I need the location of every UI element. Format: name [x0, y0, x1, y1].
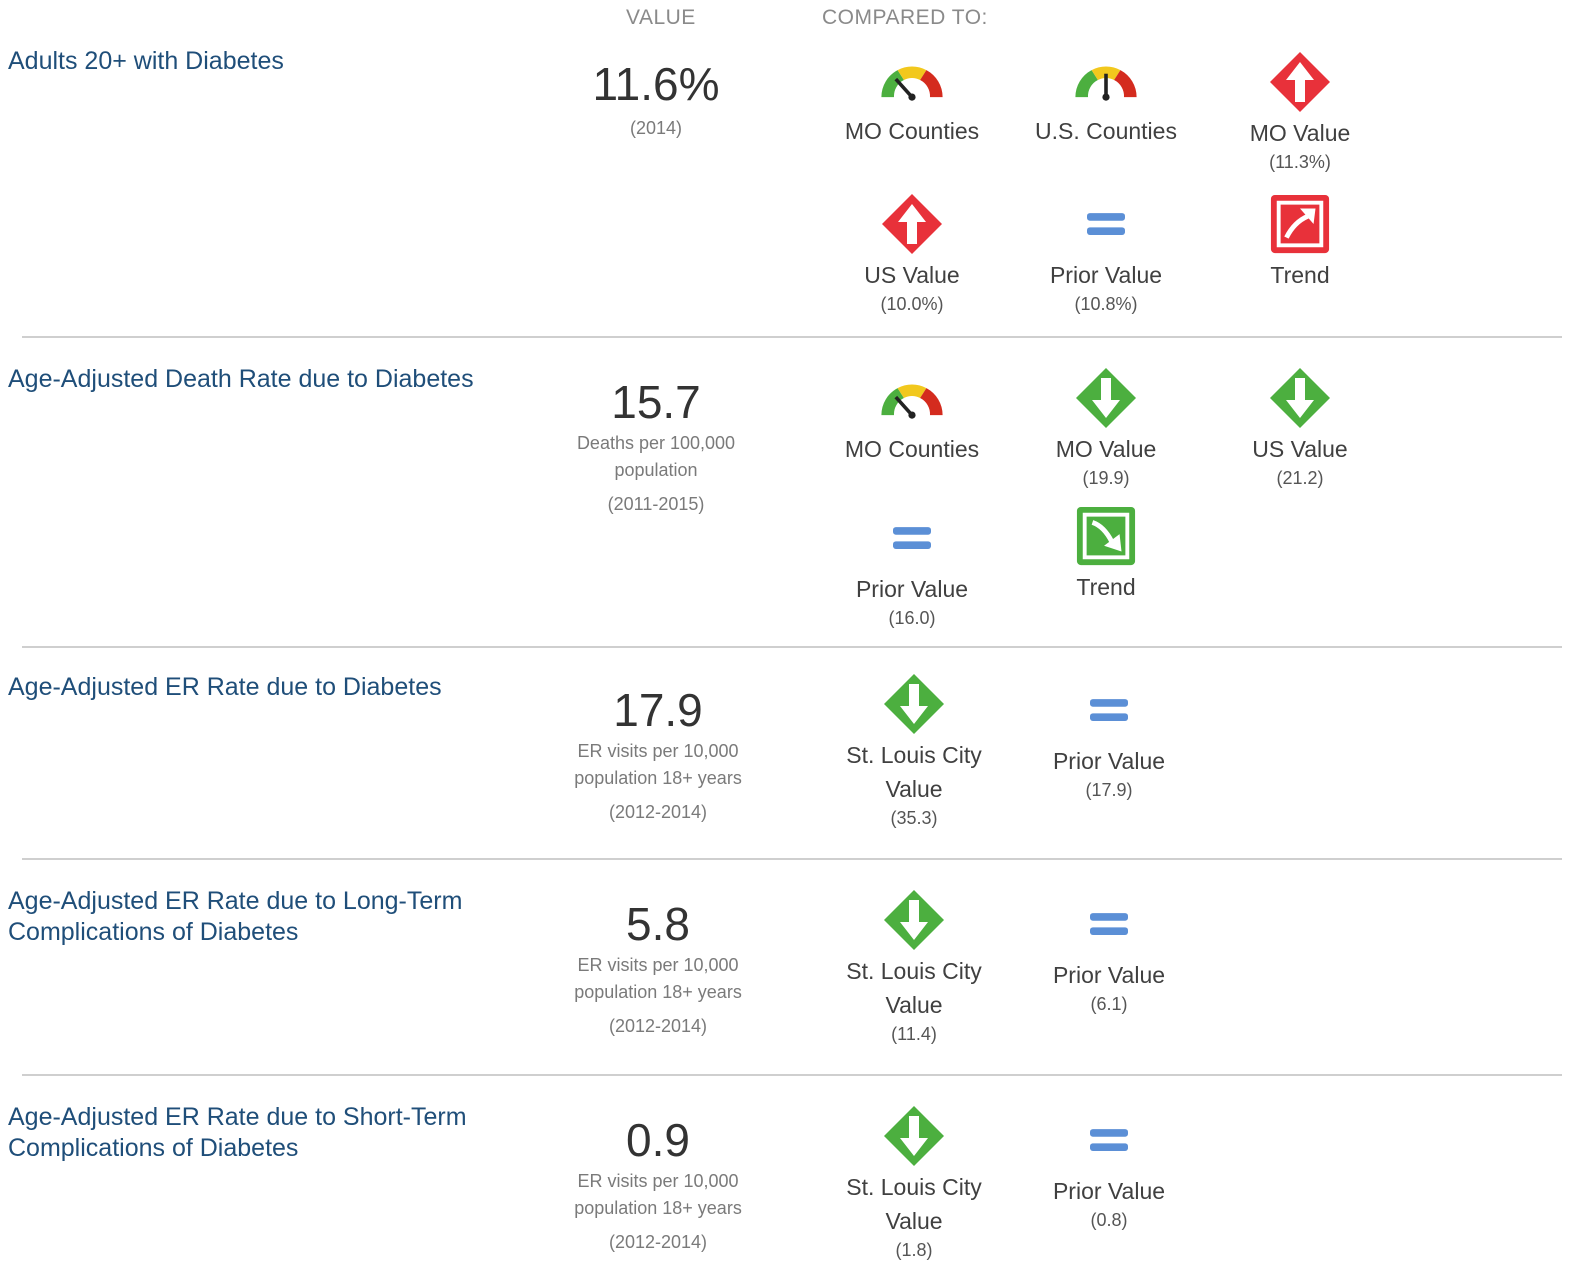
- comparison-label: Prior Value: [1052, 748, 1166, 774]
- red-trend-up-icon: [1269, 193, 1331, 255]
- comparison-label: St. Louis City Value: [846, 958, 982, 1018]
- comparison-label: MO Value: [1055, 436, 1157, 462]
- comparison-value: (16.0): [888, 608, 936, 628]
- equals-icon: [1090, 697, 1128, 724]
- comparison-label: US Value: [1252, 436, 1348, 462]
- red-up-arrow-icon: [880, 192, 944, 256]
- comparison-label: St. Louis City Value: [846, 742, 982, 802]
- indicator-value-block: 0.9 ER visits per 10,000 population 18+ …: [538, 1114, 778, 1253]
- indicator-title-link[interactable]: Age-Adjusted Death Rate due to Diabetes: [8, 365, 474, 393]
- gauge-icon: [876, 375, 948, 419]
- indicator-row: Age-Adjusted ER Rate due to Diabetes 17.…: [0, 648, 1570, 860]
- indicator-unit: ER visits per 10,000 population 18+ year…: [574, 741, 742, 788]
- indicator-title[interactable]: Adults 20+ with Diabetes: [8, 46, 508, 77]
- comparison-value: (6.1): [1090, 994, 1128, 1014]
- comparison-st-louis-city-value[interactable]: St. Louis City Value (11.4): [819, 888, 1009, 1045]
- indicator-unit: ER visits per 10,000 population 18+ year…: [574, 1171, 742, 1218]
- indicator-value-block: 11.6% (2014): [536, 58, 776, 139]
- comparison-label: Prior Value: [1049, 262, 1163, 288]
- comparison-prior-value[interactable]: Prior Value (0.8): [1014, 1108, 1204, 1231]
- comparison-prior-value[interactable]: Prior Value (10.8%): [1011, 192, 1201, 315]
- green-down-arrow-icon: [882, 1104, 946, 1168]
- comparison-value: (11.4): [891, 1024, 937, 1044]
- comparison-trend[interactable]: Trend: [1205, 192, 1395, 292]
- indicator-row: Age-Adjusted ER Rate due to Long-Term Co…: [0, 860, 1570, 1076]
- comparison-value: (10.8%): [1074, 294, 1138, 314]
- green-down-arrow-icon: [1268, 366, 1332, 430]
- comparison-value: (17.9): [1085, 780, 1133, 800]
- comparison-us-value[interactable]: US Value (21.2): [1205, 366, 1395, 489]
- red-up-arrow-icon: [1268, 50, 1332, 114]
- gauge-icon: [1070, 57, 1142, 101]
- comparison-value: (1.8): [895, 1240, 933, 1260]
- comparison-st-louis-city-value[interactable]: St. Louis City Value (1.8): [819, 1104, 1009, 1261]
- green-trend-down-icon: [1075, 505, 1137, 567]
- indicator-unit: ER visits per 10,000 population 18+ year…: [574, 955, 742, 1002]
- indicator-title[interactable]: Age-Adjusted ER Rate due to Short-Term C…: [8, 1102, 508, 1164]
- indicator-row: Adults 20+ with Diabetes 11.6% (2014) MO…: [0, 0, 1570, 340]
- green-down-arrow-icon: [882, 672, 946, 736]
- indicator-value-block: 5.8 ER visits per 10,000 population 18+ …: [538, 898, 778, 1037]
- comparison-prior-value[interactable]: Prior Value (17.9): [1014, 678, 1204, 801]
- comparison-mo-counties[interactable]: MO Counties: [817, 48, 1007, 148]
- indicator-period: (2011-2015): [607, 494, 705, 514]
- comparison-mo-value[interactable]: MO Value (19.9): [1011, 366, 1201, 489]
- comparison-label: MO Counties: [844, 118, 980, 144]
- equals-icon: [893, 525, 931, 552]
- comparison-value: (0.8): [1090, 1210, 1128, 1230]
- indicator-title[interactable]: Age-Adjusted ER Rate due to Diabetes: [8, 672, 508, 703]
- indicator-title-link[interactable]: Age-Adjusted ER Rate due to Long-Term Co…: [8, 887, 462, 946]
- gauge-icon: [876, 57, 948, 101]
- comparison-prior-value[interactable]: Prior Value (6.1): [1014, 892, 1204, 1015]
- indicator-title-link[interactable]: Age-Adjusted ER Rate due to Short-Term C…: [8, 1103, 467, 1162]
- comparison-label: Prior Value: [855, 576, 969, 602]
- green-down-arrow-icon: [1074, 366, 1138, 430]
- indicator-value-block: 15.7 Deaths per 100,000 population (2011…: [536, 376, 776, 515]
- indicator-value: 15.7: [611, 376, 701, 428]
- equals-icon: [1090, 1127, 1128, 1154]
- indicator-value: 11.6%: [592, 58, 720, 110]
- comparison-us-counties[interactable]: U.S. Counties: [1011, 48, 1201, 148]
- indicator-title-link[interactable]: Age-Adjusted ER Rate due to Diabetes: [8, 673, 442, 701]
- indicator-title[interactable]: Age-Adjusted Death Rate due to Diabetes: [8, 364, 508, 395]
- comparison-label: St. Louis City Value: [846, 1174, 982, 1234]
- comparison-us-value[interactable]: US Value (10.0%): [817, 192, 1007, 315]
- comparison-label: U.S. Counties: [1035, 118, 1177, 144]
- indicator-value: 17.9: [613, 684, 703, 736]
- comparison-label: US Value: [864, 262, 960, 288]
- comparison-st-louis-city-value[interactable]: St. Louis City Value (35.3): [819, 672, 1009, 829]
- indicator-period: (2014): [629, 118, 683, 138]
- comparison-value: (19.9): [1082, 468, 1130, 488]
- green-down-arrow-icon: [882, 888, 946, 952]
- comparison-label: Prior Value: [1052, 962, 1166, 988]
- indicator-unit: Deaths per 100,000 population: [576, 433, 736, 480]
- comparison-value: (11.3%): [1269, 152, 1331, 172]
- indicator-value-block: 17.9 ER visits per 10,000 population 18+…: [538, 684, 778, 823]
- comparison-trend[interactable]: Trend: [1011, 504, 1201, 604]
- comparison-value: (10.0%): [880, 294, 944, 314]
- comparison-label: MO Value: [1249, 120, 1351, 146]
- comparison-label: Trend: [1270, 262, 1330, 288]
- comparison-mo-value[interactable]: MO Value (11.3%): [1205, 50, 1395, 173]
- comparison-mo-counties[interactable]: MO Counties: [817, 366, 1007, 466]
- indicator-value: 0.9: [626, 1114, 690, 1166]
- indicator-value: 5.8: [626, 898, 690, 950]
- indicator-title-link[interactable]: Adults 20+ with Diabetes: [8, 47, 284, 75]
- comparison-prior-value[interactable]: Prior Value (16.0): [817, 506, 1007, 629]
- indicator-row: Age-Adjusted ER Rate due to Short-Term C…: [0, 1076, 1570, 1271]
- equals-icon: [1087, 211, 1125, 238]
- comparison-label: Prior Value: [1052, 1178, 1166, 1204]
- indicator-period: (2012-2014): [608, 1016, 708, 1036]
- indicator-period: (2012-2014): [608, 1232, 708, 1252]
- comparison-value: (35.3): [890, 808, 938, 828]
- comparison-label: Trend: [1076, 574, 1136, 600]
- comparison-label: MO Counties: [844, 436, 980, 462]
- comparison-value: (21.2): [1276, 468, 1324, 488]
- equals-icon: [1090, 911, 1128, 938]
- indicator-period: (2012-2014): [608, 802, 708, 822]
- indicator-row: Age-Adjusted Death Rate due to Diabetes …: [0, 338, 1570, 648]
- indicator-title[interactable]: Age-Adjusted ER Rate due to Long-Term Co…: [8, 886, 508, 948]
